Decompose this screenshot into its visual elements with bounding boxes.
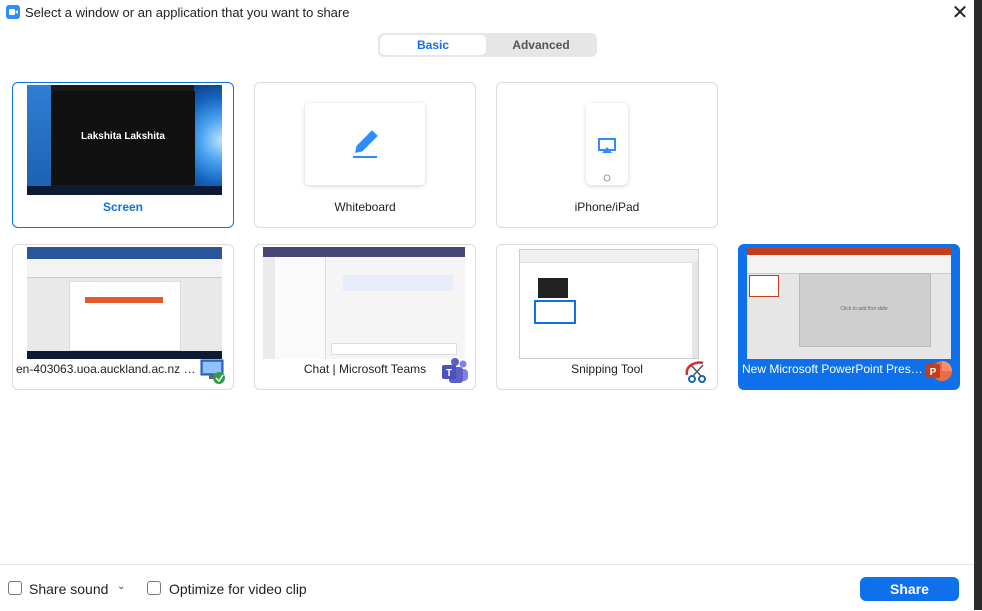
participant-name: Lakshita Lakshita [81,131,165,142]
svg-text:P: P [930,367,937,378]
footer-bar: Share sound ⌄ Optimize for video clip Sh… [0,564,974,611]
compose-box [331,343,457,355]
title-bar: Select a window or an application that y… [0,0,974,26]
optimize-video-checkbox[interactable] [147,581,161,595]
phone-preview [586,103,628,185]
slide-placeholder: Click to add first slide [840,306,888,312]
airplay-icon [598,138,616,182]
chat-list [275,257,326,359]
snip-window [538,278,568,298]
remote-desktop-icon [200,359,225,384]
tile-label: New Microsoft PowerPoint Prese... [742,362,925,376]
tile-screen[interactable]: Lakshita Lakshita Screen [12,82,234,228]
tile-whiteboard[interactable]: Whiteboard [254,82,476,228]
ppt-toolbar [747,255,951,274]
tab-switcher: Basic Advanced [378,33,597,57]
document-table-header [85,297,163,303]
share-sound-checkbox[interactable] [8,581,22,595]
taskbar [27,186,222,195]
window-right-edge [974,0,982,610]
tile-snipping-tool[interactable]: Snipping Tool [496,244,718,390]
powerpoint-thumbnail: Click to add first slide [747,247,951,359]
teams-thumbnail [263,247,465,359]
tab-advanced[interactable]: Advanced [488,35,594,55]
powerpoint-icon: P [926,361,952,381]
optimize-video-label: Optimize for video clip [169,581,307,597]
teams-rail [263,257,275,359]
tile-microsoft-teams[interactable]: Chat | Microsoft Teams T [254,244,476,390]
chat-message [343,275,453,291]
snipping-tool-icon [685,361,706,383]
svg-text:T: T [446,368,452,379]
zoom-app-icon [6,5,20,19]
tab-basic[interactable]: Basic [380,35,486,55]
tile-powerpoint[interactable]: Click to add first slide New Microsoft P… [738,244,960,390]
share-button[interactable]: Share [860,577,959,601]
tile-label: Screen [102,200,144,214]
tile-iphone-ipad[interactable]: iPhone/iPad [496,82,718,228]
desktop-swirl [194,85,222,195]
tile-label: Whiteboard [334,200,396,214]
teams-titlebar [263,247,465,257]
teams-icon: T [442,358,468,383]
snipping-thumbnail [519,249,699,359]
taskbar [27,351,222,359]
chevron-down-icon[interactable]: ⌄ [117,581,125,592]
tile-label: en-403063.uoa.auckland.ac.nz - R... [16,362,199,376]
whiteboard-pen-icon [353,130,378,158]
ppt-ribbon [747,247,951,255]
window-title: Select a window or an application that y… [25,5,350,20]
snip-selection [534,300,576,324]
word-toolbar [27,259,222,278]
tile-label: iPhone/iPad [574,200,640,214]
desktop-background [27,85,51,195]
document-page [69,281,181,351]
close-icon[interactable]: ✕ [950,3,970,23]
snip-toolbar [520,250,698,263]
screen-thumbnail: Lakshita Lakshita [27,85,222,195]
snip-scrollbar [692,262,698,358]
share-sound-label: Share sound [29,581,109,597]
tile-remote-desktop[interactable]: en-403063.uoa.auckland.ac.nz - R... [12,244,234,390]
whiteboard-preview [305,103,425,185]
word-ribbon [27,247,222,259]
slide-thumbnail-pane [749,275,779,297]
remote-desktop-thumbnail [27,247,222,359]
